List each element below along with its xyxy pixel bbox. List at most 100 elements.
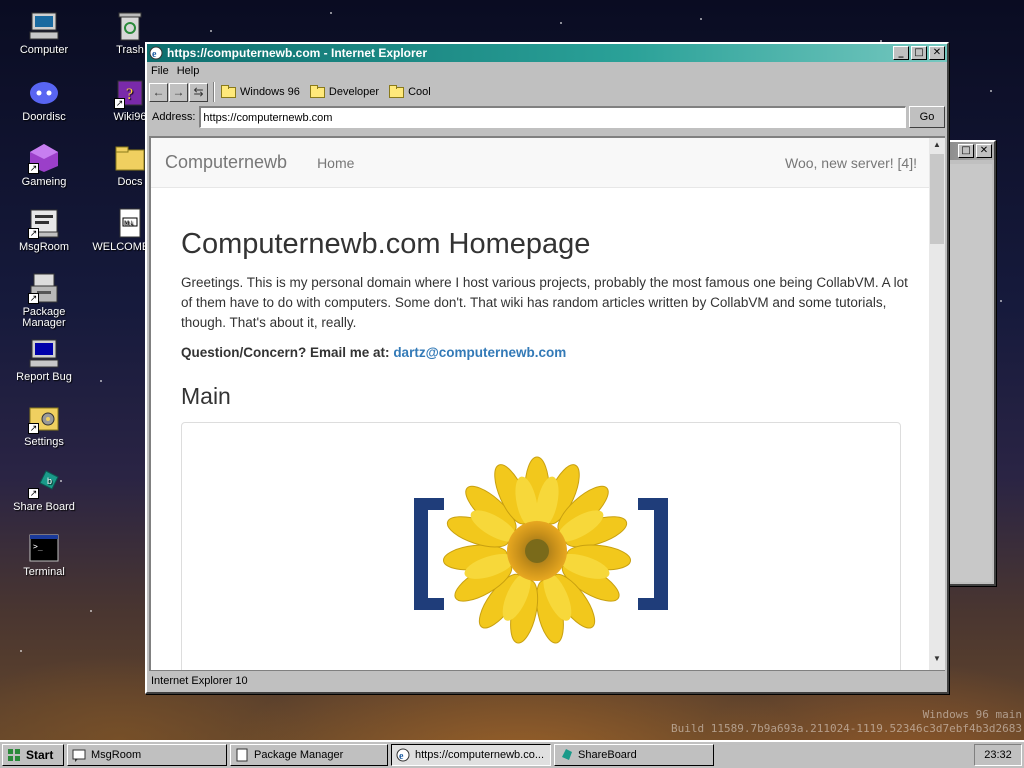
browser-window[interactable]: e https://computernewb.com - Internet Ex… [145,42,949,694]
svg-text:e: e [399,751,404,762]
nav-home-link[interactable]: Home [317,155,785,171]
start-logo-icon [7,748,21,762]
shortcut-arrow-icon: ↗ [28,488,39,499]
report-bug-icon [28,337,60,369]
forward-button[interactable]: → [169,82,188,102]
menu-file[interactable]: File [151,65,169,77]
task-msgroom[interactable]: MsgRoom [67,744,227,766]
folder-icon [389,84,405,98]
site-navbar: Computernewb Home Woo, new server! [4]! [151,138,945,188]
svg-text:M↓: M↓ [124,220,134,227]
refresh-button[interactable]: ⇆ [189,82,208,102]
desktop-icon-label: Gameing [21,176,67,188]
desktop-icon-settings[interactable]: ↗ Settings [6,402,82,448]
desktop-icon-label: Doordisc [22,111,66,123]
desktop-icon-label: Package Manager [22,306,66,329]
desktop-icon-computer[interactable]: Computer [6,10,82,56]
maximize-button[interactable]: □ [911,46,927,60]
trash-icon [114,10,146,42]
sunflower-logo [414,456,668,644]
toolbar-separator [213,82,215,102]
task-package-manager[interactable]: Package Manager [230,744,388,766]
task-label: https://computernewb.co... [415,749,545,761]
wiki-icon: ? ↗ [114,77,146,109]
forward-arrow-icon: → [172,84,185,99]
msgroom-icon: ↗ [28,207,60,239]
settings-icon: ↗ [28,402,60,434]
share-board-icon [559,748,573,762]
task-label: ShareBoard [578,749,637,761]
scroll-thumb[interactable] [930,154,944,244]
desktop-icon-label: Share Board [13,501,75,513]
taskbar-clock[interactable]: 23:32 [974,744,1022,766]
shortcut-arrow-icon: ↗ [114,98,125,109]
maximize-button[interactable]: □ [958,144,974,158]
sunflower-icon [442,456,632,644]
page-scrollbar[interactable]: ▲ ▼ [929,138,945,670]
nav-news-link[interactable]: Woo, new server! [4]! [785,155,917,171]
watermark-line-1: Windows 96 main [922,708,1022,721]
page-heading: Computernewb.com Homepage [181,228,591,260]
task-shareboard[interactable]: ShareBoard [554,744,714,766]
favorite-cool[interactable]: Cool [389,84,431,98]
bracket-right-icon [638,498,668,610]
favorite-developer[interactable]: Developer [309,84,379,98]
desktop-icon-share-board[interactable]: b ↗ Share Board [6,467,82,513]
watermark-line-2: Build 11589.7b9a693a.211024-1119.52346c3… [671,722,1022,735]
markdown-file-icon: M↓ [114,207,146,239]
folder-icon [221,84,236,98]
build-watermark: Windows 96 main Build 11589.7b9a693a.211… [642,708,1022,736]
back-arrow-icon: ← [152,84,165,99]
browser-menubar: File Help [147,62,947,80]
scroll-up-icon[interactable]: ▲ [929,140,945,154]
desktop-icon-terminal[interactable]: >_ Terminal [6,532,82,578]
close-button[interactable]: ✕ [976,144,992,158]
start-label: Start [26,748,54,762]
contact-label: Question/Concern? Email me at: [181,345,390,360]
close-button[interactable]: ✕ [929,46,945,60]
desktop-icon-doordisc[interactable]: Doordisc [6,77,82,123]
desktop-icon-label: MsgRoom [18,241,70,253]
address-label: Address: [152,111,196,123]
shortcut-arrow-icon: ↗ [28,293,39,304]
task-internet-explorer[interactable]: e https://computernewb.co... [391,744,551,766]
background-window-body [950,164,992,582]
back-button[interactable]: ← [149,82,168,102]
desktop-icon-label: Computer [19,44,69,56]
browser-title: https://computernewb.com - Internet Expl… [167,46,428,60]
go-button[interactable]: Go [909,106,945,128]
taskbar: Start MsgRoom Package Manager e https://… [0,740,1024,768]
address-input[interactable] [199,106,906,128]
favorite-windows96[interactable]: Windows 96 [221,84,300,98]
bracket-left-icon [414,498,444,610]
contact-email-link[interactable]: dartz@computernewb.com [393,345,566,360]
scroll-down-icon[interactable]: ▼ [929,654,945,668]
shortcut-arrow-icon: ↗ [28,228,39,239]
gaming-icon: ↗ [28,142,60,174]
desktop-icon-msgroom[interactable]: ↗ MsgRoom [6,207,82,253]
package-manager-icon: ↗ [28,272,60,304]
minimize-button[interactable]: _ [893,46,909,60]
favorite-label: Cool [408,86,431,98]
intro-paragraph: Greetings. This is my personal domain wh… [181,275,908,330]
folder-icon [114,142,146,174]
discord-icon [28,77,60,109]
start-button[interactable]: Start [2,744,64,766]
site-brand[interactable]: Computernewb [165,152,287,173]
contact-line: Question/Concern? Email me at: dartz@com… [181,343,915,363]
package-manager-icon [235,748,249,762]
desktop-icon-report-bug[interactable]: Report Bug [6,337,82,383]
menu-help[interactable]: Help [177,65,200,77]
logo-panel [181,422,901,670]
browser-toolbar: ← → ⇆ Windows 96 Developer Cool [147,80,947,104]
browser-titlebar[interactable]: e https://computernewb.com - Internet Ex… [147,44,947,62]
desktop-icon-label: Report Bug [16,371,72,383]
address-bar: Address: Go [147,104,947,130]
desktop-icon-gameing[interactable]: ↗ Gameing [6,142,82,188]
task-label: MsgRoom [91,749,142,761]
internet-explorer-icon: e [149,46,163,60]
computer-icon [28,10,60,42]
page-viewport[interactable]: Computernewb Home Woo, new server! [4]! … [149,136,945,670]
desktop-icon-package-manager[interactable]: ↗ Package Manager [6,272,82,329]
shortcut-arrow-icon: ↗ [28,423,39,434]
